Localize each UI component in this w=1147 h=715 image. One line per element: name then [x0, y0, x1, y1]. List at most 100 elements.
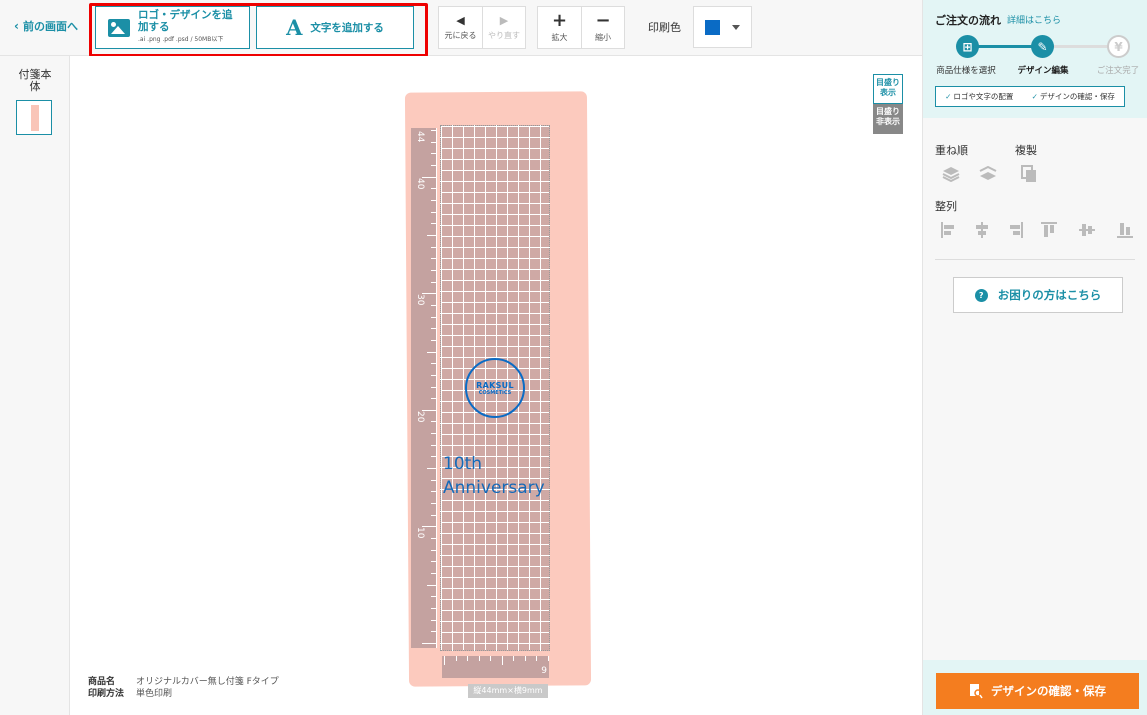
ruler-tick	[431, 561, 436, 563]
undo-button[interactable]: ◀ 元に戻る	[439, 7, 482, 48]
help-icon: ?	[974, 288, 988, 302]
meta-value: 単色印刷	[136, 689, 173, 699]
caret-down-icon	[732, 24, 740, 30]
text-line-1: 10th	[443, 454, 483, 474]
help-button[interactable]: ? お困りの方はこちら	[953, 277, 1123, 313]
zoom-out-button[interactable]: − 縮小	[581, 7, 624, 48]
step-label: 商品仕様を選択	[936, 66, 996, 76]
ruler-tick	[431, 188, 436, 190]
ruler-tick	[490, 656, 492, 661]
ruler-tick	[431, 398, 436, 400]
bottom-bar: デザインの確認・保存	[923, 660, 1147, 715]
vertical-ruler: 44 40 30 20 10	[411, 128, 437, 648]
add-logo-button[interactable]: ロゴ・デザインを追加する .ai .png .pdf .psd / 50MB以下	[95, 6, 250, 49]
history-group: ◀ 元に戻る ▶ やり直す	[438, 6, 526, 49]
undo-icon: ◀	[456, 13, 465, 27]
zoom-in-button[interactable]: + 拡大	[538, 7, 581, 48]
ruler-tick	[431, 304, 436, 306]
text-object[interactable]: 10th Anniversary	[443, 452, 545, 500]
ruler-tick	[431, 328, 436, 330]
confirm-label: デザインの確認・保存	[991, 684, 1106, 698]
seal-text-1: RAKSUL	[476, 380, 514, 390]
substeps: ✓ ロゴや文字の配置 ✓ デザインの確認・保存	[935, 86, 1125, 107]
page-thumbnail[interactable]	[16, 100, 52, 135]
meta-key: 商品名	[88, 677, 116, 687]
ruler-tick	[431, 281, 436, 283]
align-top-icon[interactable]	[1039, 220, 1059, 240]
ruler-tick	[431, 199, 436, 201]
align-right-icon[interactable]	[1005, 220, 1025, 240]
ruler-tick	[427, 468, 436, 470]
ruler-tick	[431, 363, 436, 365]
ruler-tick	[431, 316, 436, 318]
ruler-tick	[431, 421, 436, 423]
divider	[935, 259, 1135, 260]
plus-icon: +	[551, 9, 568, 31]
substep: ✓ デザインの確認・保存	[1031, 92, 1115, 101]
ruler-tick	[431, 608, 436, 610]
substep: ✓ ロゴや文字の配置	[945, 92, 1014, 101]
ruler-tick	[431, 374, 436, 376]
ruler-toggle[interactable]: 目盛り表示 目盛り非表示	[873, 74, 903, 136]
horizontal-ruler: 9	[442, 656, 549, 678]
align-left-icon[interactable]	[939, 220, 959, 240]
flow-detail-link[interactable]: 詳細はこちら	[1007, 13, 1061, 26]
minus-icon: −	[595, 9, 611, 31]
ruler-tick	[431, 153, 436, 155]
ruler-tick	[431, 141, 436, 143]
ruler-tick	[431, 269, 436, 271]
order-flow: ご注文の流れ 詳細はこちら ⊞ ✎ ¥ 商品仕様を選択 デザイン編集 ご注文完了…	[923, 0, 1147, 118]
bring-forward-icon[interactable]	[941, 164, 961, 184]
ruler-tick	[431, 514, 436, 516]
ruler-tick	[431, 223, 436, 225]
ruler-number: 20	[415, 410, 425, 423]
text-line-2: Anniversary	[443, 478, 545, 498]
print-color-select[interactable]	[693, 6, 752, 48]
yen-icon: ¥	[1107, 35, 1130, 58]
add-text-label: 文字を追加する	[310, 22, 384, 34]
align-center-icon[interactable]	[972, 220, 992, 240]
ruler-hide-button[interactable]: 目盛り非表示	[873, 104, 903, 134]
order-label: 重ね順	[935, 144, 968, 157]
back-link[interactable]: ‹ 前の画面へ	[14, 18, 78, 34]
ruler-tick	[431, 631, 436, 633]
logo-seal[interactable]: RAKSUL COSMETICS	[465, 358, 525, 418]
ruler-tick	[455, 656, 457, 661]
design-canvas[interactable]: 目盛り表示 目盛り非表示 44 40 30 20 10 9 RAKSUL COSMETI…	[70, 56, 922, 715]
ruler-tick	[501, 656, 503, 665]
ruler-tick	[444, 656, 445, 665]
zoom-group: + 拡大 − 縮小	[537, 6, 625, 49]
align-label: 整列	[935, 200, 957, 213]
duplicate-icon[interactable]	[1019, 164, 1039, 184]
right-panel: ご注文の流れ 詳細はこちら ⊞ ✎ ¥ 商品仕様を選択 デザイン編集 ご注文完了…	[922, 0, 1147, 715]
ruler-show-button[interactable]: 目盛り表示	[873, 74, 903, 104]
align-middle-icon[interactable]	[1077, 220, 1097, 240]
ruler-tick	[431, 339, 436, 341]
size-label: 縦44mm×横9mm	[468, 684, 548, 698]
image-icon	[108, 18, 130, 37]
ruler-tick	[536, 656, 538, 661]
check-icon: ✓	[1031, 92, 1038, 101]
send-backward-icon[interactable]	[978, 164, 998, 184]
ruler-tick	[431, 503, 436, 505]
ruler-tick	[431, 246, 436, 248]
ruler-number: 10	[415, 527, 425, 539]
add-text-button[interactable]: A 文字を追加する	[256, 6, 414, 49]
product-meta: 商品名 オリジナルカバー無し付箋 Fタイプ 印刷方法 単色印刷	[88, 676, 279, 700]
help-label: お困りの方はこちら	[997, 288, 1102, 302]
color-swatch	[705, 19, 720, 35]
align-bottom-icon[interactable]	[1115, 220, 1135, 240]
print-color-label: 印刷色	[648, 21, 681, 34]
ruler-tick	[431, 444, 436, 446]
back-label: 前の画面へ	[22, 20, 78, 33]
redo-icon: ▶	[499, 13, 509, 27]
page-title: 付箋本体	[18, 68, 52, 93]
confirm-save-button[interactable]: デザインの確認・保存	[936, 673, 1139, 709]
ruler-tick	[431, 538, 436, 540]
ruler-number: 40	[415, 177, 425, 190]
ruler-tick	[431, 386, 436, 388]
redo-button[interactable]: ▶ やり直す	[482, 7, 525, 48]
step-label: デザイン編集	[1017, 66, 1069, 76]
ruler-tick	[427, 584, 436, 586]
ruler-tick	[431, 164, 436, 166]
